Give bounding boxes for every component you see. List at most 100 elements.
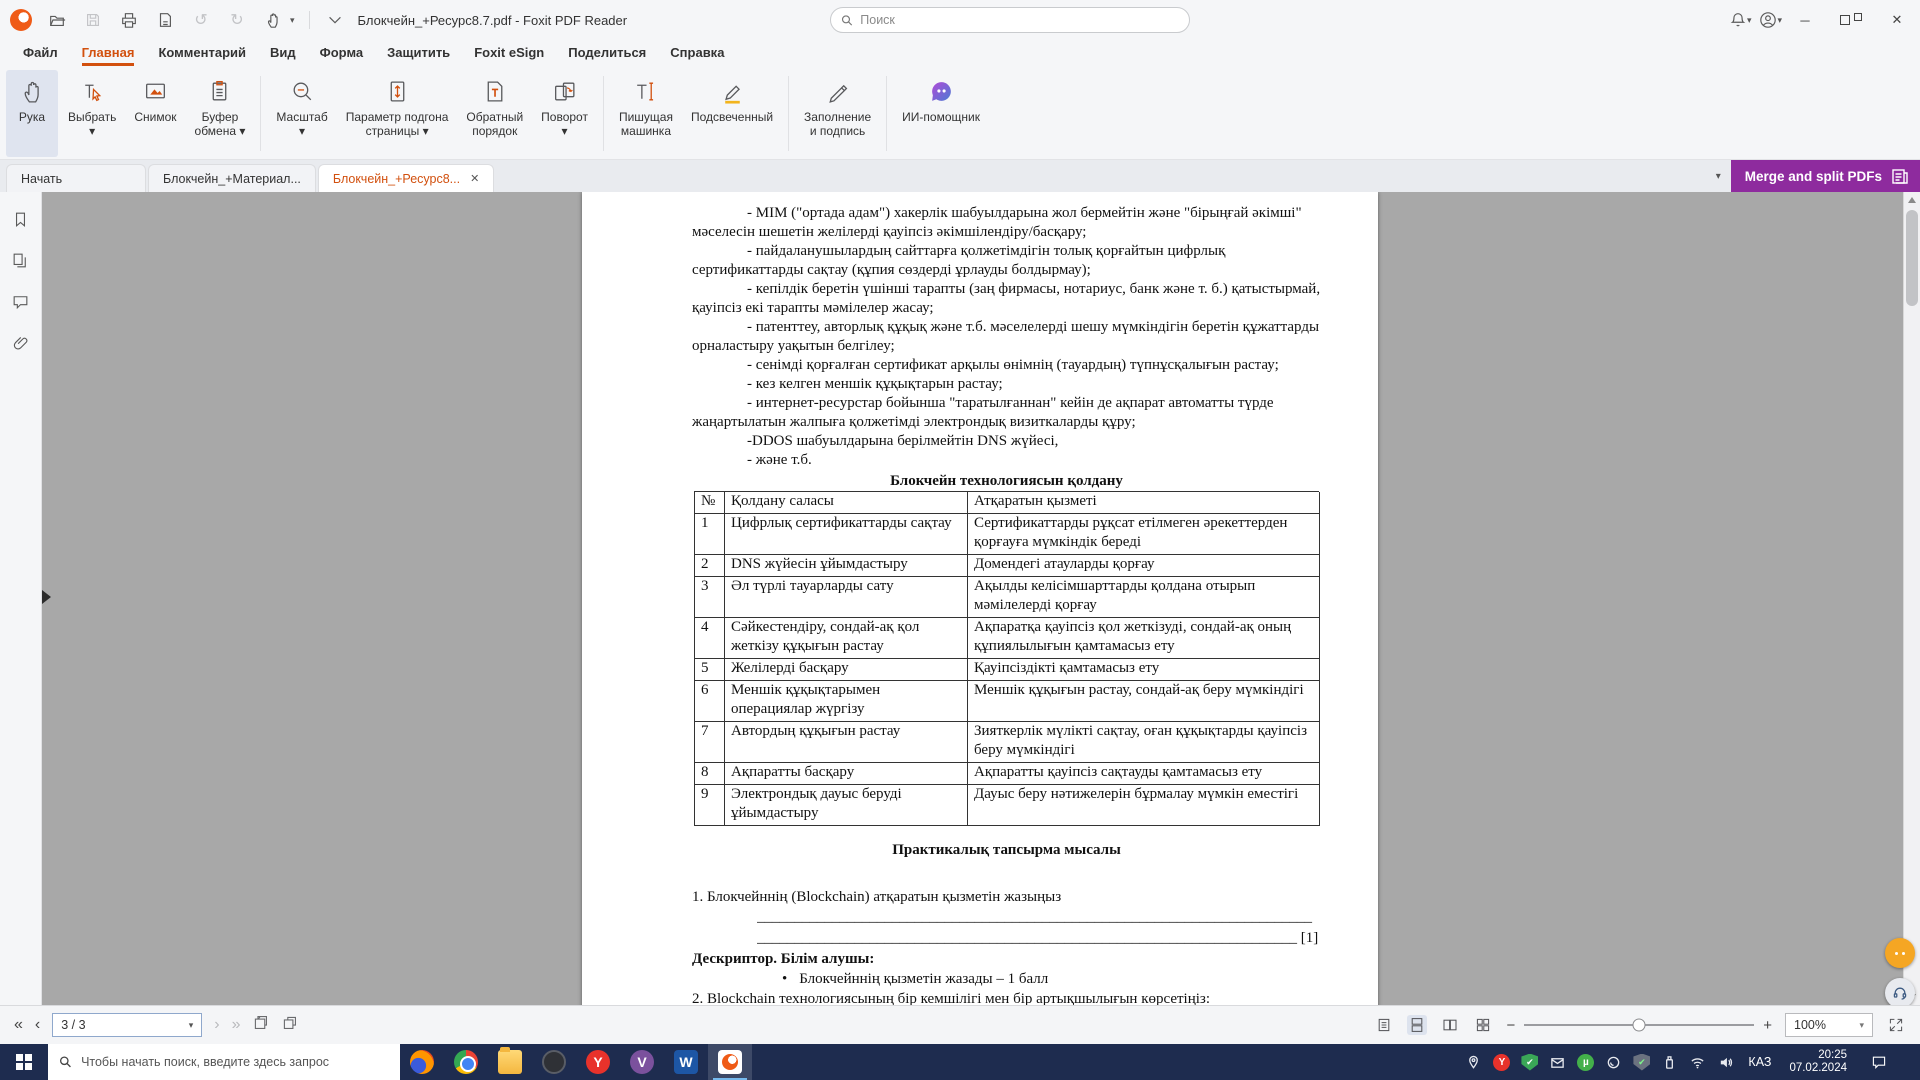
continuous-view-icon[interactable] <box>1407 1015 1427 1035</box>
tray-utorrent-icon[interactable]: µ <box>1577 1054 1594 1071</box>
last-page-button[interactable]: » <box>232 1016 241 1034</box>
quad-view-icon[interactable] <box>1473 1015 1493 1035</box>
close-button[interactable]: ✕ <box>1874 0 1920 40</box>
support-floating-button[interactable] <box>1885 978 1915 1005</box>
tray-yandex-icon[interactable]: Y <box>1493 1054 1510 1071</box>
hand-tool-button[interactable]: Рука <box>6 70 58 157</box>
taskbar-app-viber[interactable]: V <box>620 1044 664 1080</box>
scroll-up-icon[interactable] <box>1908 197 1916 203</box>
maximize-button[interactable] <box>1828 0 1874 40</box>
firefox-icon <box>410 1050 434 1074</box>
menu-file[interactable]: Файл <box>12 42 69 66</box>
zoom-out-button[interactable]: − <box>1506 1017 1515 1034</box>
fill-sign-button[interactable]: Заполнение и подпись <box>796 70 879 157</box>
titlebar-search-input[interactable] <box>860 13 1179 27</box>
open-file-icon[interactable] <box>46 9 68 31</box>
bell-caret-icon[interactable]: ▾ <box>1747 15 1752 26</box>
zoom-level-select[interactable]: 100% ▾ <box>1785 1013 1873 1037</box>
page-number-input[interactable] <box>61 1018 182 1032</box>
zoom-slider-thumb[interactable] <box>1633 1019 1646 1032</box>
start-button[interactable] <box>0 1044 48 1080</box>
taskbar-search-input[interactable] <box>81 1055 389 1069</box>
vertical-scrollbar[interactable] <box>1903 192 1920 1005</box>
menu-comment[interactable]: Комментарий <box>147 42 257 66</box>
menu-share[interactable]: Поделиться <box>557 42 657 66</box>
tray-volume-icon[interactable] <box>1717 1054 1734 1071</box>
notifications-bell-icon[interactable] <box>1727 9 1749 31</box>
taskbar-clock[interactable]: 20:25 07.02.2024 <box>1785 1049 1851 1075</box>
tray-mail-icon[interactable] <box>1549 1054 1566 1071</box>
merge-split-pdfs-button[interactable]: Merge and split PDFs <box>1731 160 1920 192</box>
scrollbar-thumb[interactable] <box>1906 210 1918 306</box>
organize-pages-icon[interactable] <box>154 9 176 31</box>
menu-protect[interactable]: Защитить <box>376 42 461 66</box>
bookmarks-icon[interactable] <box>11 210 30 229</box>
snapshot-button[interactable]: Снимок <box>126 70 184 157</box>
tab-document-2-active[interactable]: Блокчейн_+Ресурс8... ✕ <box>318 164 494 192</box>
page-dropdown-caret-icon[interactable]: ▾ <box>189 1020 194 1031</box>
menu-home[interactable]: Главная <box>71 42 146 66</box>
quick-access-chevron-icon[interactable] <box>324 9 346 31</box>
taskbar-app-firefox[interactable] <box>400 1044 444 1080</box>
taskbar-app-explorer[interactable] <box>488 1044 532 1080</box>
comments-icon[interactable] <box>11 292 30 311</box>
single-page-view-icon[interactable] <box>1374 1015 1394 1035</box>
taskbar-app-yandex[interactable]: Y <box>576 1044 620 1080</box>
zoom-button[interactable]: Масштаб ▾ <box>268 70 335 157</box>
redo-icon[interactable]: ↻ <box>226 9 248 31</box>
tab-document-1[interactable]: Блокчейн_+Материал... <box>148 164 316 192</box>
fullscreen-icon[interactable] <box>1886 1015 1906 1035</box>
tray-pin-icon[interactable] <box>1465 1054 1482 1071</box>
taskbar-app-word[interactable]: W <box>664 1044 708 1080</box>
rotate-button[interactable]: Поворот ▾ <box>533 70 596 157</box>
language-indicator[interactable]: КАЗ <box>1745 1055 1774 1069</box>
print-icon[interactable] <box>118 9 140 31</box>
tab-list-chevron-icon[interactable]: ▾ <box>1716 171 1721 182</box>
tray-antivirus-shield-icon[interactable]: ✔ <box>1521 1054 1538 1071</box>
taskbar-app-dark[interactable] <box>532 1044 576 1080</box>
undo-icon[interactable]: ↺ <box>190 9 212 31</box>
clipboard-button[interactable]: Буфер обмена ▾ <box>187 70 254 157</box>
tab-start[interactable]: Начать <box>6 164 146 192</box>
menu-form[interactable]: Форма <box>309 42 374 66</box>
fit-page-button[interactable]: Параметр подгона страницы ▾ <box>338 70 457 157</box>
zoom-slider[interactable] <box>1524 1024 1754 1026</box>
select-tool-button[interactable]: Выбрать ▾ <box>60 70 124 157</box>
zoom-in-button[interactable]: + <box>1763 1017 1772 1034</box>
account-avatar-icon[interactable] <box>1757 9 1779 31</box>
typewriter-button[interactable]: Пишущая машинка <box>611 70 681 157</box>
menu-foxit-esign[interactable]: Foxit eSign <box>463 42 555 66</box>
taskbar-app-foxit-active[interactable] <box>708 1044 752 1080</box>
minimize-button[interactable]: ─ <box>1782 0 1828 40</box>
pdf-page[interactable]: - MIM ("ортада адам") хакерлік шабуылдар… <box>582 192 1378 1005</box>
tray-usb-icon[interactable] <box>1661 1054 1678 1071</box>
ai-assistant-button[interactable]: ИИ-помощник <box>894 70 988 157</box>
hand-tool-caret-icon[interactable]: ▾ <box>290 15 295 26</box>
panel-expand-arrow-icon[interactable] <box>42 590 51 604</box>
tab-close-icon[interactable]: ✕ <box>470 172 479 185</box>
tray-wifi-icon[interactable] <box>1689 1054 1706 1071</box>
highlight-button[interactable]: Подсвеченный <box>683 70 781 157</box>
taskbar-app-chrome[interactable] <box>444 1044 488 1080</box>
taskbar-search-box[interactable] <box>48 1044 400 1080</box>
page-thumbnails-icon[interactable] <box>11 251 30 270</box>
reverse-order-button[interactable]: Обратный порядок <box>458 70 531 157</box>
page-number-box[interactable]: ▾ <box>52 1013 202 1037</box>
titlebar-search-box[interactable] <box>830 7 1190 33</box>
action-center-icon[interactable] <box>1862 1054 1896 1070</box>
tray-defender-icon[interactable]: ✔ <box>1633 1054 1650 1071</box>
save-icon[interactable] <box>82 9 104 31</box>
tray-satellite-icon[interactable] <box>1605 1054 1622 1071</box>
hand-tool-quick-icon[interactable] <box>262 9 284 31</box>
clipboard-page-icon[interactable] <box>281 1014 298 1036</box>
next-page-button[interactable]: › <box>214 1016 219 1034</box>
attachments-icon[interactable] <box>11 333 30 352</box>
first-page-button[interactable]: « <box>14 1016 23 1034</box>
ai-floating-button[interactable] <box>1885 938 1915 968</box>
previous-page-button[interactable]: ‹ <box>35 1016 40 1034</box>
menu-view[interactable]: Вид <box>259 42 307 66</box>
facing-view-icon[interactable] <box>1440 1015 1460 1035</box>
snapshot-page-icon[interactable] <box>252 1014 269 1036</box>
document-area[interactable]: - MIM ("ортада адам") хакерлік шабуылдар… <box>42 192 1920 1005</box>
menu-help[interactable]: Справка <box>659 42 735 66</box>
